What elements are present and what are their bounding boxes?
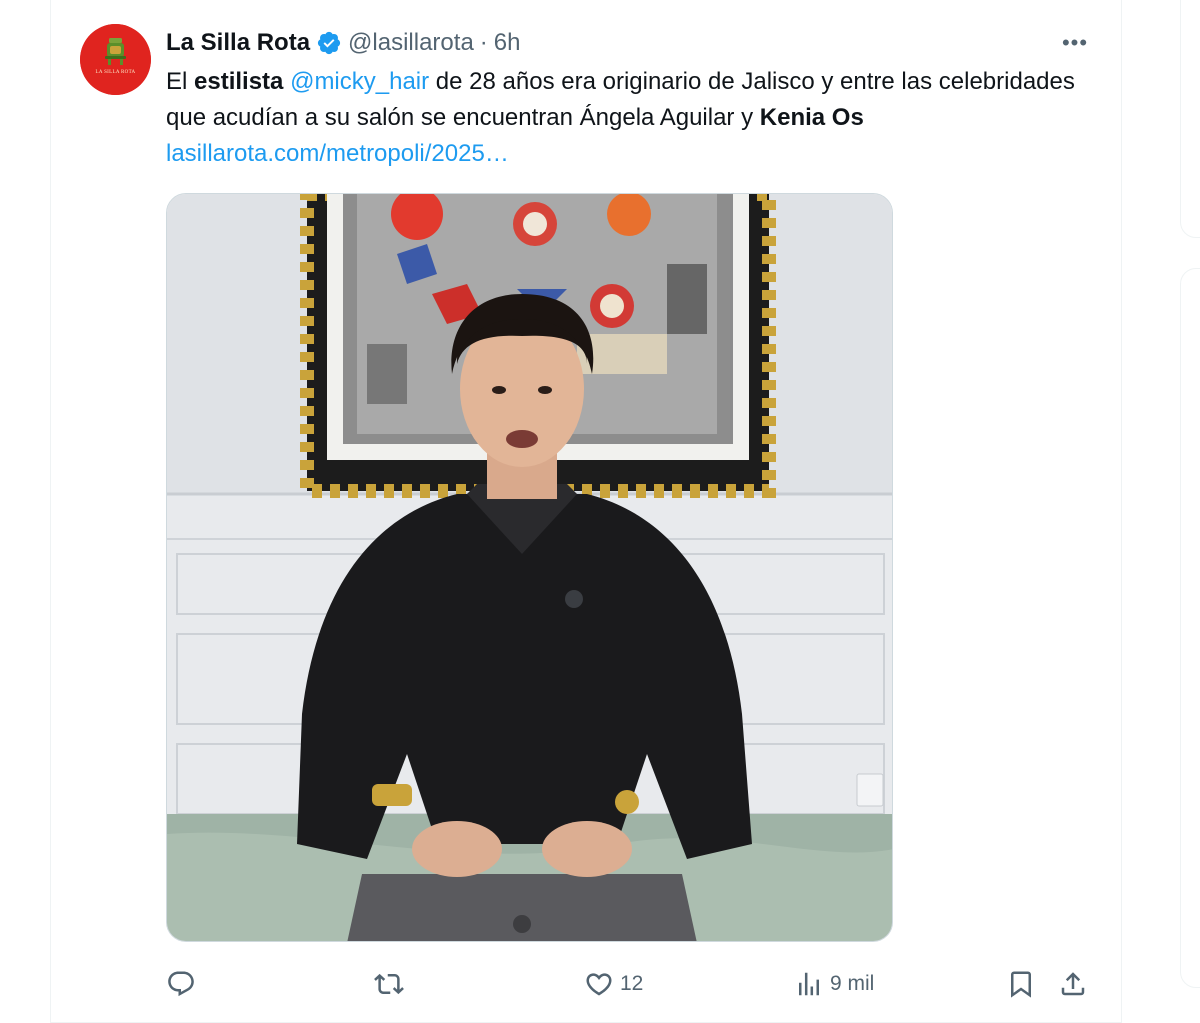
reply-button[interactable]	[166, 962, 202, 1006]
article-link[interactable]: lasillarota.com/metropoli/2025…	[166, 140, 509, 167]
views-count: 9 mil	[830, 972, 875, 995]
views-icon	[794, 969, 824, 999]
page: LA SILLA ROTA La Silla Rota @lasillarota…	[0, 0, 1200, 1023]
like-icon	[584, 969, 614, 999]
views-button[interactable]: 9 mil	[794, 962, 874, 1006]
text-bold-kenia-os: Kenia Os	[759, 104, 864, 131]
verified-badge-icon	[316, 30, 342, 56]
retweet-icon	[374, 969, 404, 999]
bookmark-icon	[1006, 969, 1036, 999]
like-count: 12	[620, 972, 644, 995]
tweet-text: El estilista @micky_hair de 28 años era …	[166, 64, 1096, 172]
avatar-caption: LA SILLA ROTA	[95, 70, 136, 75]
author-handle[interactable]: @lasillarota	[348, 29, 474, 57]
avatar[interactable]: LA SILLA ROTA	[80, 24, 151, 95]
mention-link[interactable]: @micky_hair	[290, 68, 429, 95]
more-icon[interactable]: •••	[1059, 28, 1091, 58]
action-bar: 12 9 mil	[166, 962, 1096, 1006]
tweet-header: La Silla Rota @lasillarota · 6h	[166, 28, 521, 58]
tweet[interactable]: LA SILLA ROTA La Silla Rota @lasillarota…	[50, 0, 1122, 1023]
text-bold-estilista: estilista	[194, 68, 284, 95]
separator-dot: ·	[479, 29, 488, 56]
sidebar-card	[1180, 0, 1200, 238]
bookmark-button[interactable]	[1006, 962, 1036, 1006]
retweet-button[interactable]	[374, 962, 410, 1006]
avatar-logo	[80, 24, 151, 95]
reply-icon	[166, 969, 196, 999]
tweet-timestamp[interactable]: 6h	[494, 29, 521, 57]
text-segment: El	[166, 68, 195, 95]
author-name[interactable]: La Silla Rota	[166, 29, 310, 57]
like-button[interactable]: 12	[584, 962, 643, 1006]
share-icon	[1058, 969, 1088, 999]
more-label: •••	[1061, 30, 1089, 55]
video-frame	[167, 194, 892, 941]
sidebar-card	[1180, 268, 1200, 988]
video-media[interactable]	[166, 193, 893, 942]
share-button[interactable]	[1058, 962, 1088, 1006]
